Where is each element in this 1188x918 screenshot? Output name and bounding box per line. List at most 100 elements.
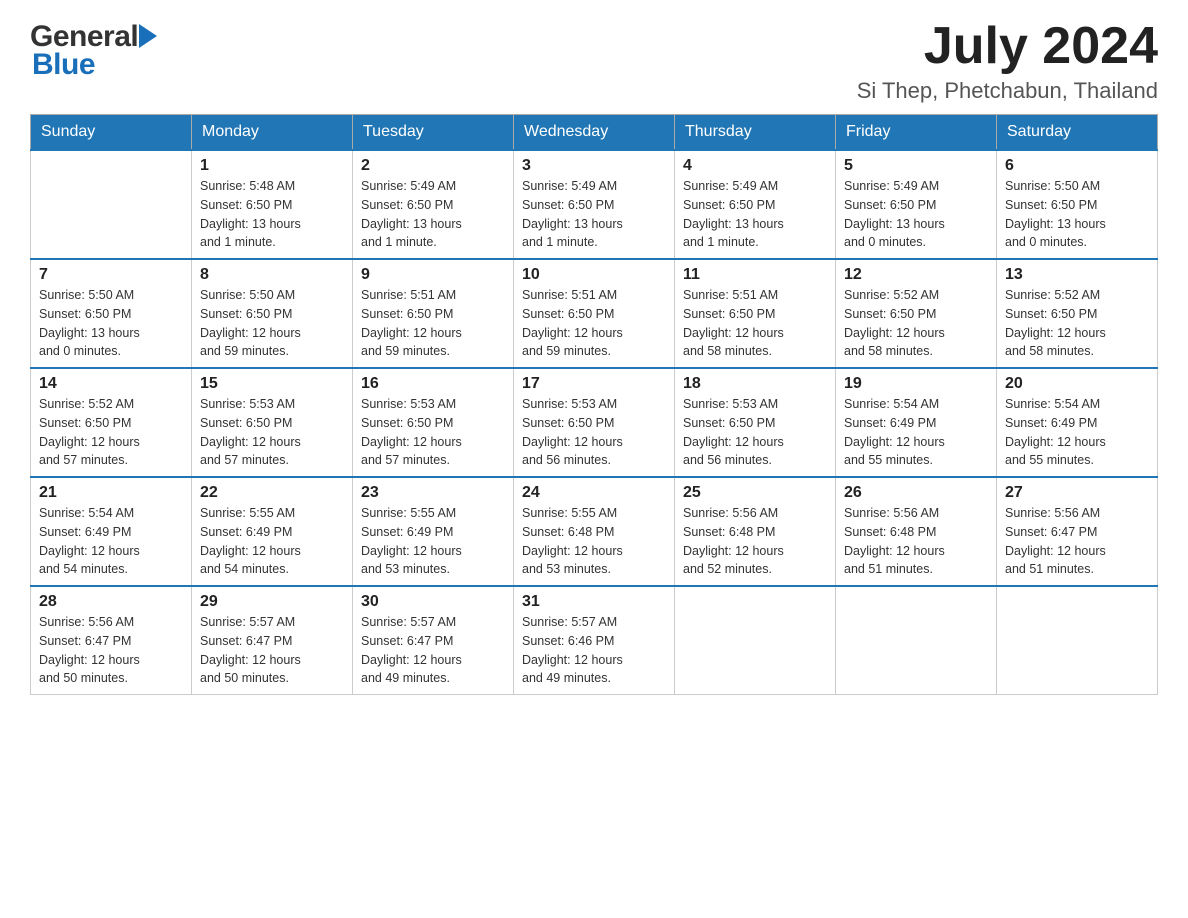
weekday-header-row: SundayMondayTuesdayWednesdayThursdayFrid… <box>31 115 1158 151</box>
location-subtitle: Si Thep, Phetchabun, Thailand <box>857 78 1158 104</box>
day-number: 10 <box>522 266 666 284</box>
day-number: 13 <box>1005 266 1149 284</box>
calendar-week-row: 7Sunrise: 5:50 AM Sunset: 6:50 PM Daylig… <box>31 259 1158 368</box>
day-info: Sunrise: 5:51 AM Sunset: 6:50 PM Dayligh… <box>683 286 827 361</box>
calendar-cell: 17Sunrise: 5:53 AM Sunset: 6:50 PM Dayli… <box>514 368 675 477</box>
day-number: 30 <box>361 593 505 611</box>
calendar-cell <box>31 150 192 259</box>
weekday-header-friday: Friday <box>836 115 997 151</box>
calendar-cell: 19 Sunrise: 5:54 AM Sunset: 6:49 PM Dayli… <box>836 368 997 477</box>
day-number: 28 <box>39 593 183 611</box>
calendar-cell: 11 Sunrise: 5:51 AM Sunset: 6:50 PM Dayli… <box>675 259 836 368</box>
weekday-header-thursday: Thursday <box>675 115 836 151</box>
day-number: 14 <box>39 375 183 393</box>
day-info: Sunrise: 5:51 AM Sunset: 6:50 PM Dayligh… <box>361 286 505 361</box>
calendar-cell: 14Sunrise: 5:52 AM Sunset: 6:50 PM Dayli… <box>31 368 192 477</box>
calendar-cell <box>997 586 1158 695</box>
calendar-cell: 20 Sunrise: 5:54 AM Sunset: 6:49 PM Dayli… <box>997 368 1158 477</box>
day-info: Sunrise: 5:54 AM Sunset: 6:49 PM Dayligh… <box>39 504 183 579</box>
day-info: Sunrise: 5:51 AM Sunset: 6:50 PM Dayligh… <box>522 286 666 361</box>
calendar-cell: 10 Sunrise: 5:51 AM Sunset: 6:50 PM Dayli… <box>514 259 675 368</box>
day-info: Sunrise: 5:53 AM Sunset: 6:50 PM Dayligh… <box>522 395 666 470</box>
day-number: 29 <box>200 593 344 611</box>
calendar-cell: 25Sunrise: 5:56 AM Sunset: 6:48 PM Dayli… <box>675 477 836 586</box>
day-number: 18 <box>683 375 827 393</box>
day-number: 8 <box>200 266 344 284</box>
calendar-cell: 3 Sunrise: 5:49 AM Sunset: 6:50 PM Daylig… <box>514 150 675 259</box>
calendar-cell: 18 Sunrise: 5:53 AM Sunset: 6:50 PM Dayli… <box>675 368 836 477</box>
weekday-header-monday: Monday <box>192 115 353 151</box>
day-number: 5 <box>844 157 988 175</box>
calendar-cell: 23 Sunrise: 5:55 AM Sunset: 6:49 PM Dayli… <box>353 477 514 586</box>
calendar-cell: 8Sunrise: 5:50 AM Sunset: 6:50 PM Daylig… <box>192 259 353 368</box>
calendar-week-row: 28 Sunrise: 5:56 AM Sunset: 6:47 PM Dayli… <box>31 586 1158 695</box>
day-number: 1 <box>200 157 344 175</box>
day-number: 20 <box>1005 375 1149 393</box>
day-info: Sunrise: 5:49 AM Sunset: 6:50 PM Dayligh… <box>683 177 827 252</box>
day-info: Sunrise: 5:49 AM Sunset: 6:50 PM Dayligh… <box>844 177 988 252</box>
calendar-cell: 24Sunrise: 5:55 AM Sunset: 6:48 PM Dayli… <box>514 477 675 586</box>
day-info: Sunrise: 5:52 AM Sunset: 6:50 PM Dayligh… <box>1005 286 1149 361</box>
day-info: Sunrise: 5:52 AM Sunset: 6:50 PM Dayligh… <box>844 286 988 361</box>
day-info: Sunrise: 5:55 AM Sunset: 6:49 PM Dayligh… <box>361 504 505 579</box>
day-info: Sunrise: 5:55 AM Sunset: 6:48 PM Dayligh… <box>522 504 666 579</box>
calendar-week-row: 21 Sunrise: 5:54 AM Sunset: 6:49 PM Dayli… <box>31 477 1158 586</box>
weekday-header-wednesday: Wednesday <box>514 115 675 151</box>
calendar-cell: 26 Sunrise: 5:56 AM Sunset: 6:48 PM Dayli… <box>836 477 997 586</box>
day-number: 19 <box>844 375 988 393</box>
calendar-cell: 5 Sunrise: 5:49 AM Sunset: 6:50 PM Daylig… <box>836 150 997 259</box>
day-info: Sunrise: 5:55 AM Sunset: 6:49 PM Dayligh… <box>200 504 344 579</box>
day-info: Sunrise: 5:56 AM Sunset: 6:48 PM Dayligh… <box>683 504 827 579</box>
weekday-header-tuesday: Tuesday <box>353 115 514 151</box>
day-info: Sunrise: 5:54 AM Sunset: 6:49 PM Dayligh… <box>844 395 988 470</box>
calendar-cell: 9Sunrise: 5:51 AM Sunset: 6:50 PM Daylig… <box>353 259 514 368</box>
day-number: 12 <box>844 266 988 284</box>
calendar-cell: 4 Sunrise: 5:49 AM Sunset: 6:50 PM Daylig… <box>675 150 836 259</box>
day-info: Sunrise: 5:57 AM Sunset: 6:47 PM Dayligh… <box>361 613 505 688</box>
day-number: 4 <box>683 157 827 175</box>
calendar-cell: 21 Sunrise: 5:54 AM Sunset: 6:49 PM Dayli… <box>31 477 192 586</box>
day-info: Sunrise: 5:56 AM Sunset: 6:47 PM Dayligh… <box>39 613 183 688</box>
calendar-cell: 13 Sunrise: 5:52 AM Sunset: 6:50 PM Dayli… <box>997 259 1158 368</box>
day-info: Sunrise: 5:50 AM Sunset: 6:50 PM Dayligh… <box>39 286 183 361</box>
day-number: 27 <box>1005 484 1149 502</box>
calendar-cell: 29 Sunrise: 5:57 AM Sunset: 6:47 PM Dayli… <box>192 586 353 695</box>
day-info: Sunrise: 5:57 AM Sunset: 6:47 PM Dayligh… <box>200 613 344 688</box>
logo-blue-text: Blue <box>32 48 95 82</box>
weekday-header-saturday: Saturday <box>997 115 1158 151</box>
day-number: 21 <box>39 484 183 502</box>
day-info: Sunrise: 5:49 AM Sunset: 6:50 PM Dayligh… <box>361 177 505 252</box>
day-info: Sunrise: 5:57 AM Sunset: 6:46 PM Dayligh… <box>522 613 666 688</box>
day-info: Sunrise: 5:54 AM Sunset: 6:49 PM Dayligh… <box>1005 395 1149 470</box>
day-info: Sunrise: 5:53 AM Sunset: 6:50 PM Dayligh… <box>200 395 344 470</box>
day-number: 23 <box>361 484 505 502</box>
calendar-cell: 22 Sunrise: 5:55 AM Sunset: 6:49 PM Dayli… <box>192 477 353 586</box>
calendar-cell: 31 Sunrise: 5:57 AM Sunset: 6:46 PM Dayli… <box>514 586 675 695</box>
calendar-cell: 16Sunrise: 5:53 AM Sunset: 6:50 PM Dayli… <box>353 368 514 477</box>
day-number: 26 <box>844 484 988 502</box>
day-info: Sunrise: 5:48 AM Sunset: 6:50 PM Dayligh… <box>200 177 344 252</box>
month-year-title: July 2024 <box>857 20 1158 72</box>
day-info: Sunrise: 5:53 AM Sunset: 6:50 PM Dayligh… <box>361 395 505 470</box>
calendar-cell: 1 Sunrise: 5:48 AM Sunset: 6:50 PM Daylig… <box>192 150 353 259</box>
calendar-cell: 15 Sunrise: 5:53 AM Sunset: 6:50 PM Dayli… <box>192 368 353 477</box>
day-number: 15 <box>200 375 344 393</box>
day-number: 2 <box>361 157 505 175</box>
calendar-cell: 30 Sunrise: 5:57 AM Sunset: 6:47 PM Dayli… <box>353 586 514 695</box>
logo-triangle-icon <box>139 22 161 50</box>
day-info: Sunrise: 5:56 AM Sunset: 6:47 PM Dayligh… <box>1005 504 1149 579</box>
calendar-week-row: 14Sunrise: 5:52 AM Sunset: 6:50 PM Dayli… <box>31 368 1158 477</box>
calendar-cell: 28 Sunrise: 5:56 AM Sunset: 6:47 PM Dayli… <box>31 586 192 695</box>
day-number: 31 <box>522 593 666 611</box>
day-info: Sunrise: 5:50 AM Sunset: 6:50 PM Dayligh… <box>1005 177 1149 252</box>
day-info: Sunrise: 5:56 AM Sunset: 6:48 PM Dayligh… <box>844 504 988 579</box>
day-info: Sunrise: 5:53 AM Sunset: 6:50 PM Dayligh… <box>683 395 827 470</box>
title-section: July 2024 Si Thep, Phetchabun, Thailand <box>857 20 1158 104</box>
calendar-cell: 6Sunrise: 5:50 AM Sunset: 6:50 PM Daylig… <box>997 150 1158 259</box>
day-number: 3 <box>522 157 666 175</box>
day-number: 22 <box>200 484 344 502</box>
calendar-cell: 12 Sunrise: 5:52 AM Sunset: 6:50 PM Dayli… <box>836 259 997 368</box>
calendar-cell: 7Sunrise: 5:50 AM Sunset: 6:50 PM Daylig… <box>31 259 192 368</box>
day-number: 11 <box>683 266 827 284</box>
day-info: Sunrise: 5:49 AM Sunset: 6:50 PM Dayligh… <box>522 177 666 252</box>
